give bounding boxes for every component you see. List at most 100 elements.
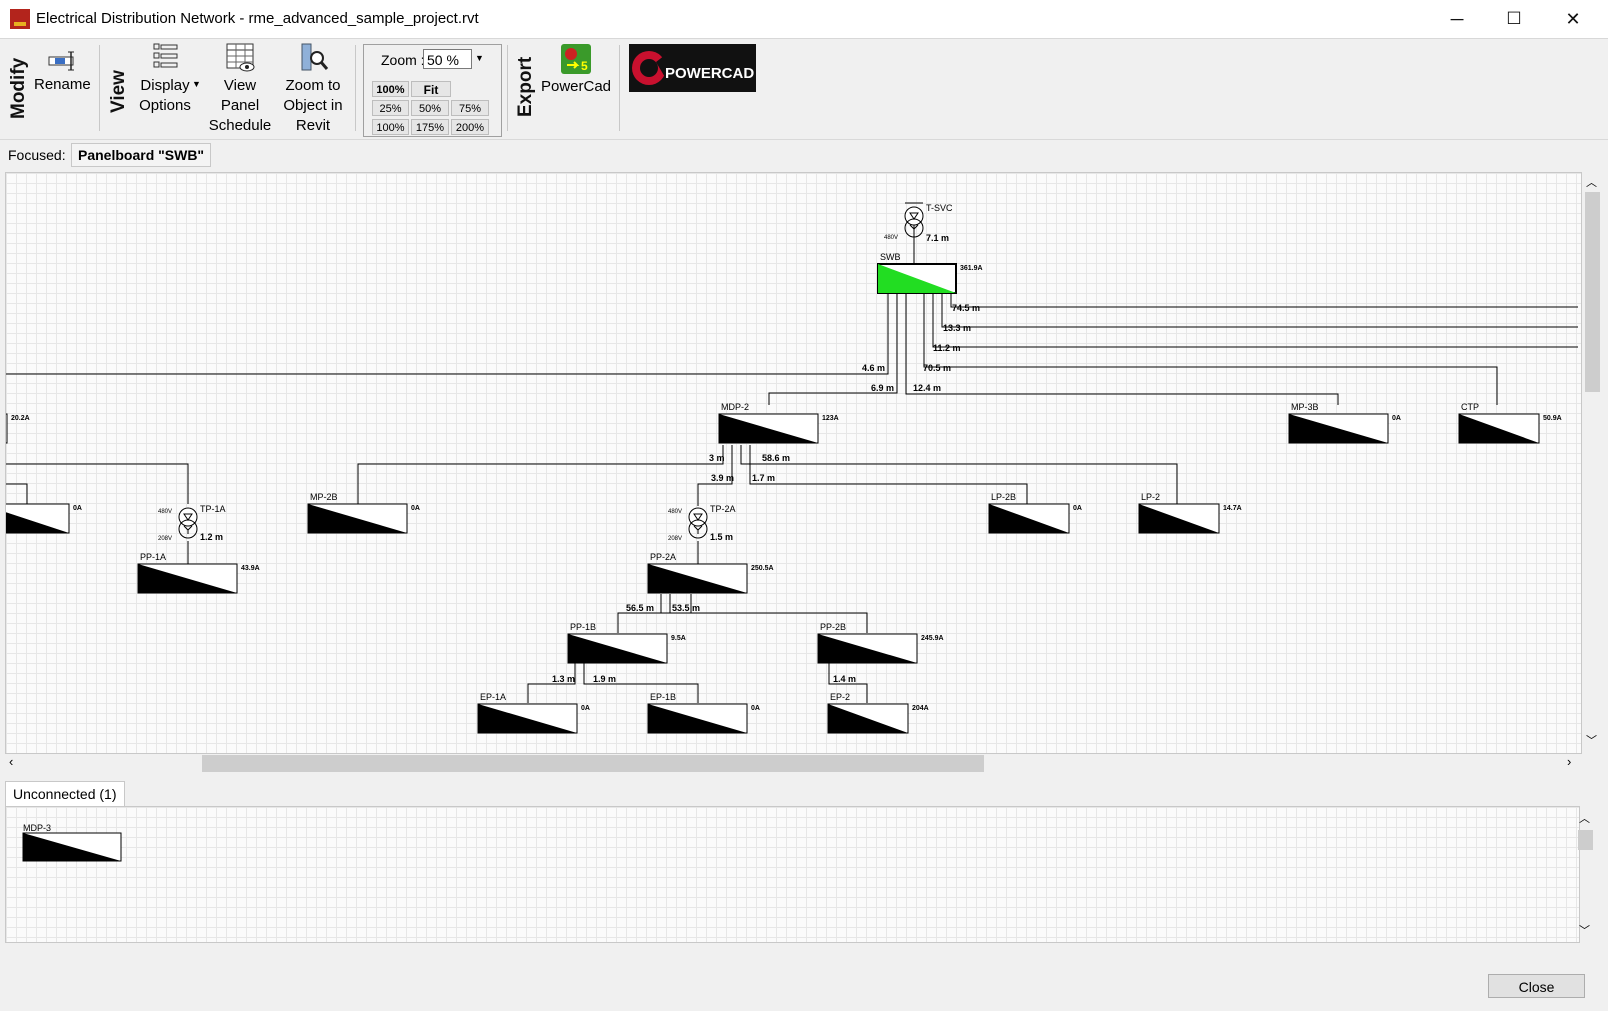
vertical-scroll-thumb[interactable] (1578, 830, 1593, 850)
rename-icon (48, 51, 74, 71)
panel-name: LP-2B (991, 492, 1016, 502)
panel-mdp-3[interactable] (22, 832, 122, 862)
vertical-scrollbar[interactable]: ︿ ﹀ (1582, 172, 1602, 754)
cable-line (932, 293, 1578, 348)
panel-ep-1a[interactable]: EP-1A 0A (477, 692, 590, 734)
vertical-scroll-thumb[interactable] (1585, 192, 1600, 392)
maximize-button[interactable]: ☐ (1485, 0, 1543, 38)
panel-1b[interactable]: 1B0A (6, 492, 82, 534)
modify-group-label: Modify (8, 57, 29, 119)
cable-length: 58.6 m (762, 453, 790, 463)
cable-length: 1.2 m (200, 532, 223, 542)
panel-current: 9.5A (671, 635, 686, 642)
zoom-dropdown-icon[interactable]: ▼ (475, 53, 484, 63)
display-options-button[interactable]: Display Options (130, 42, 200, 116)
title-bar: Electrical Distribution Network - rme_ad… (0, 0, 1608, 39)
panel-name: PP-2A (650, 552, 676, 562)
panel-pp-2a[interactable]: PP-2A 250.5A (647, 552, 774, 594)
scroll-up-icon[interactable]: ︿ (1586, 174, 1597, 190)
view-group-label: View (108, 70, 129, 113)
cable-length: 11.2 m (933, 343, 961, 353)
svg-text:5: 5 (581, 59, 588, 73)
panel-current: 0A (1392, 415, 1401, 422)
close-window-button[interactable]: ✕ (1544, 0, 1602, 38)
horizontal-scroll-thumb[interactable] (202, 755, 984, 772)
panel-ep-1b[interactable]: EP-1B 0A (647, 692, 760, 734)
tab-unconnected[interactable]: Unconnected (1) (5, 781, 125, 807)
panel-swb[interactable]: SWB 361.9A (877, 252, 983, 294)
panel-current: 0A (73, 505, 82, 512)
voltage-primary: 480V (884, 235, 898, 241)
dropdown-arrow-icon: ▼ (192, 79, 201, 89)
cable-length: 7.1 m (926, 233, 949, 243)
scroll-up-icon[interactable]: ︿ (1579, 810, 1590, 826)
panel-name: MP-2B (310, 492, 338, 502)
horizontal-scrollbar[interactable]: ‹ › (5, 754, 1582, 772)
logo-text: POWERCAD (665, 65, 754, 82)
panel-name: SWB (880, 252, 901, 262)
panel-lp-2[interactable]: LP-2 14.7A (1138, 492, 1242, 534)
panel-pp-1a[interactable]: PP-1A 43.9A (137, 552, 260, 594)
panel-name: MP-3B (1291, 402, 1319, 412)
powercad-export-button[interactable]: 5 PowerCad (540, 43, 612, 97)
zoom-object-icon (301, 43, 329, 71)
cable-lines (6, 214, 1578, 703)
cable-line (6, 483, 28, 504)
cable-length: 1.4 m (833, 674, 856, 684)
voltage-secondary: 208V (158, 536, 172, 542)
panel-current: 20.2A (11, 415, 30, 422)
minimize-button[interactable]: ─ (1428, 0, 1486, 38)
transformer-tp-1a[interactable]: TP-1A 480V 208V 1.2 m (158, 504, 226, 542)
panel-current: 250.5A (751, 565, 774, 572)
panel-mp-3b[interactable]: MP-3B 0A (1288, 402, 1401, 444)
zoom-200-button[interactable]: 200% (451, 119, 489, 135)
panel-ep-2[interactable]: EP-2 204A (827, 692, 929, 734)
scroll-right-icon[interactable]: › (1567, 754, 1571, 769)
cable-line (6, 293, 889, 375)
rename-button[interactable]: Rename (34, 49, 91, 95)
panel-layer: SWB 361.9A MDP-2 123A MP-3B 0A CTP 50.9A 20.2A 1B… (6, 252, 1562, 734)
panel-ctp[interactable]: CTP 50.9A (1458, 402, 1562, 444)
app-icon (10, 9, 30, 29)
panel-label: MDP-3 (23, 823, 51, 833)
close-button[interactable]: Close (1488, 974, 1585, 998)
scroll-down-icon[interactable]: ﹀ (1586, 732, 1597, 748)
panel-unnamed[interactable]: 20.2A (6, 413, 30, 444)
transformer-tp-2a[interactable]: TP-2A 480V 208V 1.5 m (668, 504, 736, 542)
zoom-100-button[interactable]: 100% (372, 81, 409, 97)
zoom-to-object-button[interactable]: Zoom to Object in Revit (278, 42, 348, 136)
zoom-input[interactable]: 50 % (423, 49, 472, 69)
powercad-icon: 5 (561, 44, 591, 74)
zoom-175-button[interactable]: 175% (411, 119, 449, 135)
view-panel-schedule-button[interactable]: View Panel Schedule (206, 42, 274, 136)
voltage-primary: 480V (668, 509, 682, 515)
scroll-left-icon[interactable]: ‹ (9, 754, 13, 769)
scroll-down-icon[interactable]: ﹀ (1579, 922, 1590, 938)
transformer-t-svc[interactable]: T-SVC 480V 7.1 m (884, 202, 953, 243)
panel-mp-2b[interactable]: MP-2B 0A (307, 492, 420, 534)
panel-pp-1b[interactable]: PP-1B 9.5A (567, 622, 686, 664)
separator (619, 45, 620, 131)
list-options-icon (153, 43, 178, 68)
panel-current: 123A (822, 415, 839, 422)
panel-current: 50.9A (1543, 415, 1562, 422)
panel-lp-2b[interactable]: LP-2B 0A (988, 492, 1082, 534)
transformer-name: TP-2A (710, 504, 736, 514)
zoom-25-button[interactable]: 25% (372, 100, 409, 116)
cable-length: 53.5 m (672, 603, 700, 613)
zoom-group: Zoom : 50 % ▼ 100% Fit 25% 50% 75% 100% … (363, 44, 502, 137)
zoom-fit-button[interactable]: Fit (411, 81, 451, 97)
separator (355, 45, 356, 131)
unconnected-area[interactable]: MDP-3 (5, 806, 1580, 943)
zoom-100b-button[interactable]: 100% (372, 119, 409, 135)
unconnected-vertical-scrollbar[interactable]: ︿ ﹀ (1575, 810, 1595, 940)
cable-line (6, 463, 189, 504)
panel-pp-2b[interactable]: PP-2B 245.9A (817, 622, 944, 664)
panel-mdp-2[interactable]: MDP-2 123A (718, 402, 839, 444)
distribution-diagram[interactable]: SWB 361.9A MDP-2 123A MP-3B 0A CTP 50.9A 20.2A 1B… (5, 172, 1582, 754)
cable-length: 1.5 m (710, 532, 733, 542)
cable-length: 70.5 m (923, 363, 951, 373)
zoom-75-button[interactable]: 75% (451, 100, 489, 116)
focused-label: Focused: (8, 147, 66, 163)
zoom-50-button[interactable]: 50% (411, 100, 449, 116)
